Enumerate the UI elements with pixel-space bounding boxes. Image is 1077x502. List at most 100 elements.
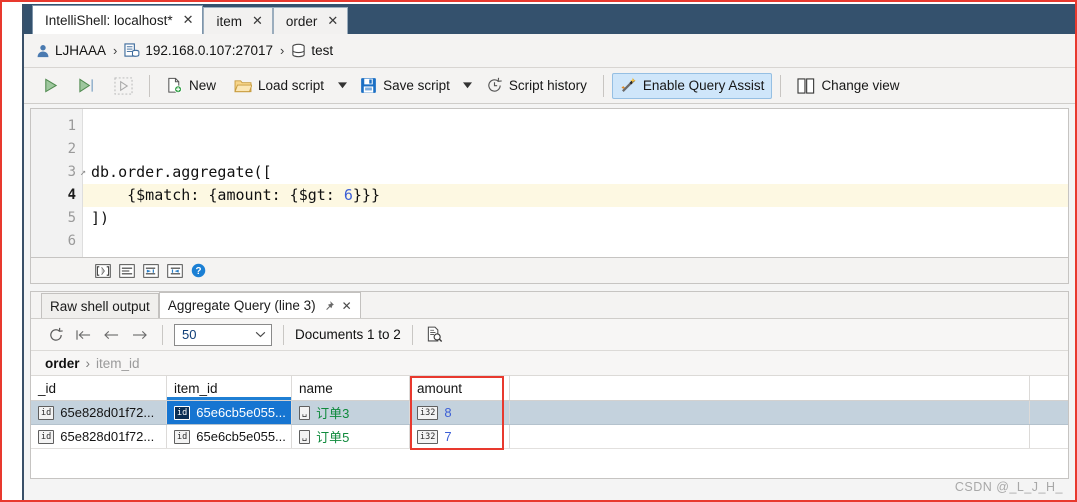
tab-order[interactable]: order ✕ (272, 7, 349, 34)
cell-item-id[interactable]: id 65e6cb5e055... (167, 425, 292, 448)
load-script-button[interactable]: Load script (226, 73, 332, 99)
format-code-icon[interactable] (95, 263, 111, 278)
code-number-literal: 6 (343, 186, 353, 204)
breadcrumb-database[interactable]: test (291, 43, 333, 58)
history-clock-icon (488, 77, 502, 92)
cell-id[interactable]: id 65e828d01f72... (31, 401, 167, 424)
cell-value: 65e828d01f72... (60, 429, 155, 444)
type-badge-id: id (174, 429, 191, 444)
breadcrumb-user[interactable]: LJHAAA (36, 43, 106, 58)
run-script-button[interactable] (34, 73, 67, 99)
toolbar-divider (780, 74, 782, 97)
run-to-line-button[interactable] (69, 73, 104, 99)
tab-intellishell-localhost[interactable]: IntelliShell: localhost* ✕ (32, 5, 204, 34)
result-collection-label[interactable]: order (45, 356, 80, 371)
line-number: 3 ↗ (31, 161, 86, 184)
result-grid[interactable]: _id item_id name amount id 65e828d01f72.… (31, 376, 1068, 478)
change-view-button[interactable]: Change view (789, 73, 907, 99)
close-icon[interactable]: ✕ (327, 15, 338, 28)
align-left-icon[interactable] (119, 263, 135, 278)
cell-id[interactable]: id 65e828d01f72... (31, 425, 167, 448)
line-number: 6 (67, 233, 76, 249)
first-page-icon[interactable] (73, 324, 95, 346)
save-script-button[interactable]: Save script (352, 73, 458, 99)
cell-name[interactable]: ␣ 订单3 (292, 401, 410, 424)
line-number-gutter: 1 2 3 ↗ 4 5 6 (31, 109, 86, 257)
load-script-dropdown[interactable] (334, 74, 350, 98)
user-icon (36, 44, 50, 58)
breadcrumb-server-label: 192.168.0.107:27017 (145, 43, 273, 58)
code-text-area[interactable]: db.order.aggregate([ {$match: {amount: {… (83, 109, 1068, 257)
document-search-icon[interactable] (424, 324, 446, 346)
result-tab-bar: Raw shell output Aggregate Query (line 3… (31, 292, 1068, 319)
tab-aggregate-query[interactable]: Aggregate Query (line 3) ✕ (158, 292, 361, 318)
column-header-empty (510, 376, 1030, 400)
cell-value: 7 (444, 429, 452, 444)
script-history-label: Script history (508, 78, 587, 93)
cell-value: 65e6cb5e055... (196, 429, 286, 444)
line-number-text: 3 (67, 164, 76, 180)
save-script-dropdown[interactable] (460, 74, 476, 98)
close-icon[interactable]: ✕ (342, 299, 352, 313)
line-number: 1 (67, 118, 76, 134)
cell-amount[interactable]: i32 7 (410, 425, 510, 448)
code-text-tail: }}} (352, 186, 380, 204)
type-badge-int32: i32 (417, 405, 439, 420)
type-badge-int32: i32 (417, 429, 439, 444)
cell-name[interactable]: ␣ 订单5 (292, 425, 410, 448)
close-icon[interactable]: ✕ (252, 15, 263, 28)
step-button-disabled (106, 73, 141, 99)
cell-item-id-selected[interactable]: id 65e6cb5e055... (167, 401, 292, 424)
breadcrumb-server[interactable]: 192.168.0.107:27017 (124, 43, 273, 58)
cell-value: 8 (444, 405, 452, 420)
new-document-icon (168, 77, 182, 94)
cell-amount[interactable]: i32 8 (410, 401, 510, 424)
tab-item[interactable]: item ✕ (203, 7, 273, 34)
toolbar-divider (283, 324, 284, 345)
column-header-amount[interactable]: amount (410, 376, 510, 400)
new-script-button[interactable]: New (158, 73, 224, 99)
save-script-label: Save script (383, 78, 450, 93)
tab-raw-shell-output[interactable]: Raw shell output (41, 293, 159, 318)
connection-breadcrumb: LJHAAA › 192.168.0.107:27017 › test (24, 34, 1075, 68)
type-badge-id: id (174, 405, 191, 420)
page-size-select[interactable]: 50 (174, 323, 272, 346)
pin-icon[interactable] (323, 300, 335, 312)
database-icon (291, 43, 306, 58)
load-script-label: Load script (258, 78, 325, 93)
result-tab-label: Raw shell output (50, 298, 150, 314)
enable-query-assist-button[interactable]: Enable Query Assist (611, 72, 773, 99)
tab-label: order (285, 13, 318, 29)
toolbar-divider (162, 324, 163, 345)
script-editor[interactable]: 1 2 3 ↗ 4 5 6 db.order.aggregate([ {$mat… (30, 108, 1069, 258)
indent-right-icon[interactable] (143, 263, 159, 278)
result-field-label[interactable]: item_id (96, 356, 140, 371)
column-header-id[interactable]: _id (31, 376, 167, 400)
magic-wand-icon (621, 77, 636, 92)
play-icon (45, 78, 58, 93)
watermark-label: CSDN @_L_J_H_ (954, 480, 1063, 494)
refresh-icon[interactable] (45, 324, 67, 346)
indent-left-icon[interactable] (167, 263, 183, 278)
breadcrumb-user-label: LJHAAA (55, 43, 107, 58)
script-history-button[interactable]: Script history (478, 73, 595, 99)
cell-value: 订单3 (316, 406, 350, 421)
tab-label: item (216, 13, 242, 29)
next-page-icon[interactable] (129, 324, 151, 346)
cell-value: 订单5 (316, 430, 350, 445)
column-header-item-id[interactable]: item_id (167, 376, 292, 400)
result-toolbar: 50 Documents 1 to 2 (31, 319, 1068, 351)
help-icon[interactable]: ? (191, 263, 206, 278)
table-row[interactable]: id 65e828d01f72... id 65e6cb5e055... ␣ 订… (31, 425, 1068, 449)
server-icon (124, 43, 140, 58)
table-row[interactable]: id 65e828d01f72... id 65e6cb5e055... ␣ 订… (31, 401, 1068, 425)
previous-page-icon[interactable] (101, 324, 123, 346)
close-icon[interactable]: ✕ (183, 14, 194, 27)
breadcrumb-separator: › (280, 43, 285, 58)
column-header-name[interactable]: name (292, 376, 410, 400)
type-badge-id: id (38, 405, 55, 420)
breadcrumb-database-label: test (311, 43, 334, 58)
script-toolbar: New Load script Save script Script histo… (24, 68, 1075, 104)
type-badge-id: id (38, 429, 55, 444)
